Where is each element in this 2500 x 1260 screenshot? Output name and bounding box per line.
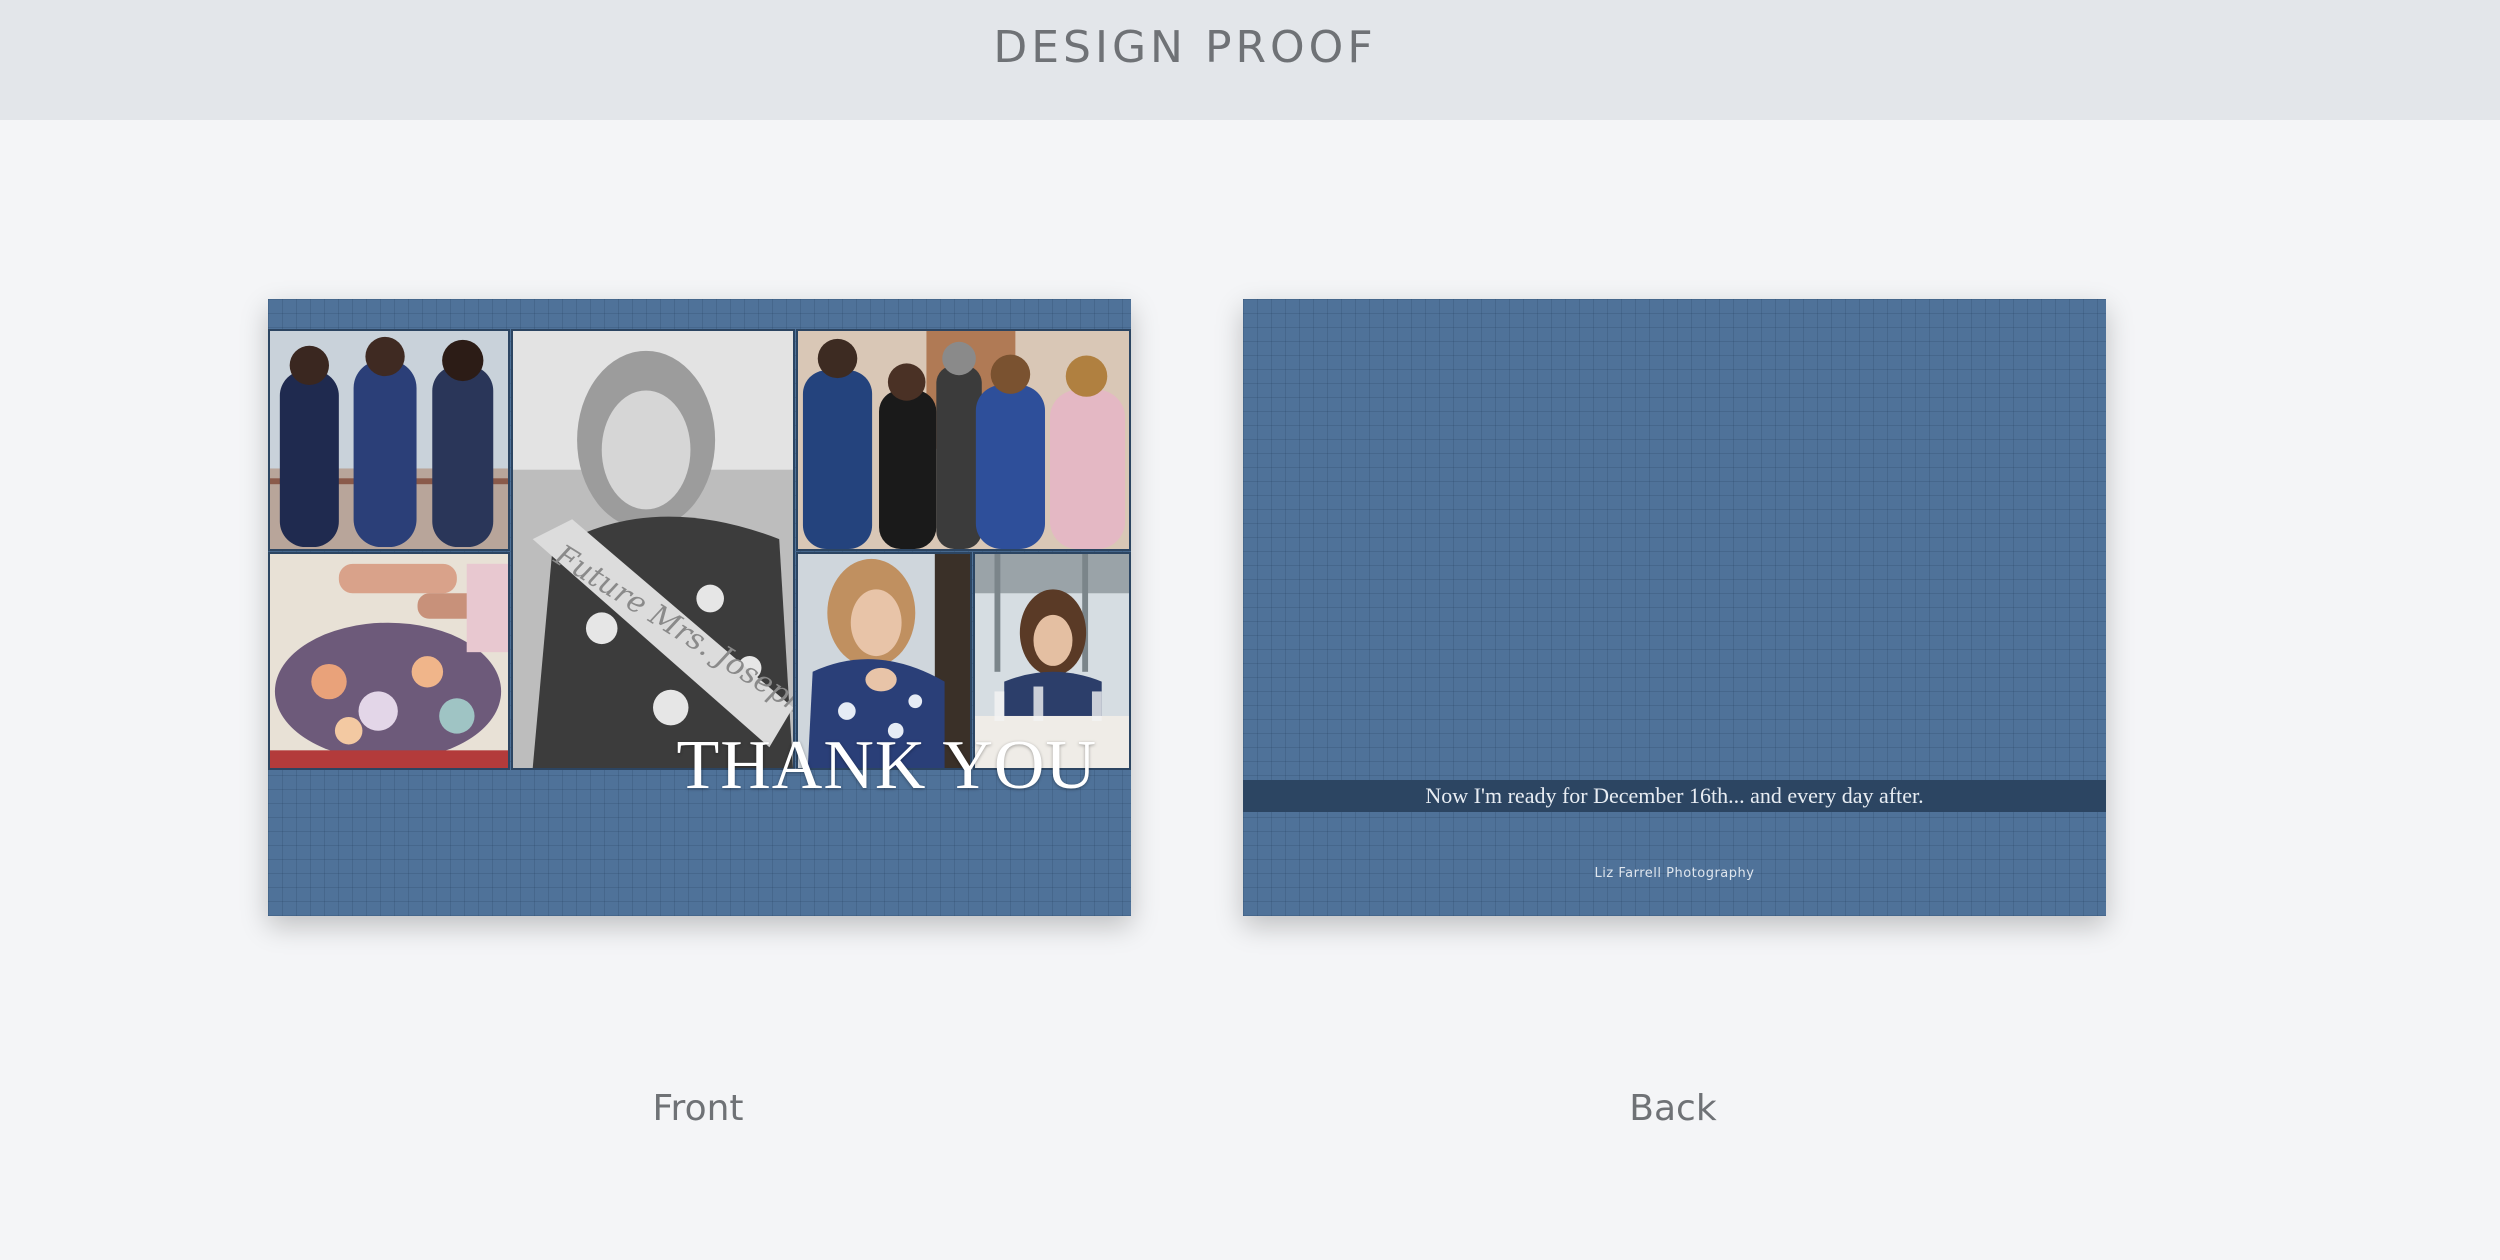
front-card-preview[interactable]: Future Mrs. Joseph THANK YOU	[268, 299, 1131, 916]
photo-gift-wrapping	[268, 552, 510, 770]
photo-family-group	[796, 329, 1131, 551]
back-label: Back	[1629, 1088, 1717, 1129]
front-label: Front	[652, 1088, 744, 1129]
photographer-credit: Liz Farrell Photography	[1594, 866, 1755, 881]
photo-three-women	[268, 329, 510, 551]
back-card-preview[interactable]: Now I'm ready for December 16th... and e…	[1243, 299, 2106, 916]
thank-you-headline: THANK YOU	[676, 727, 1097, 804]
photo-bride-sash: Future Mrs. Joseph	[511, 329, 795, 770]
quote-band: Now I'm ready for December 16th... and e…	[1243, 780, 2106, 812]
page-title: DESIGN PROOF	[993, 22, 1377, 73]
proof-header: DESIGN PROOF	[0, 0, 2500, 120]
